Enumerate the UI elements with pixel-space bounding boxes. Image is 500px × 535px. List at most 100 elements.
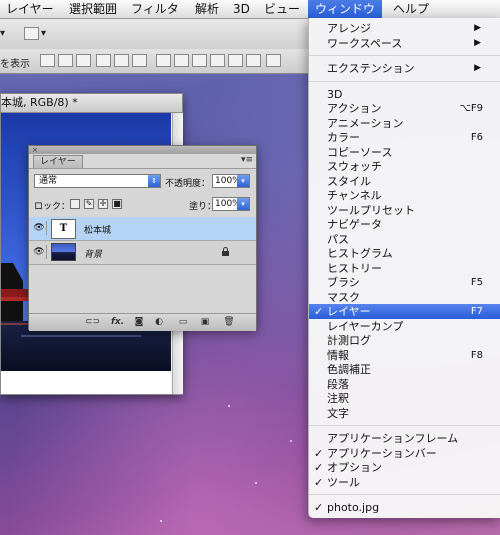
menu-help[interactable]: ヘルプ (393, 1, 429, 18)
close-icon[interactable]: × (32, 147, 38, 154)
menu-item[interactable]: ✓ ツール (309, 475, 500, 490)
lock-position-icon[interactable]: ✛ (98, 199, 108, 209)
menu-item[interactable]: 3D (309, 87, 500, 102)
menu-item-label: ワークスペース (327, 36, 403, 50)
layer-name[interactable]: 松本城 (84, 223, 111, 236)
menu-item[interactable]: 計測ログ (309, 333, 500, 348)
menu-analysis[interactable]: 解析 (195, 1, 219, 18)
fill-field[interactable]: 100% ▾ (212, 197, 250, 211)
menu-item-label: スタイル (327, 174, 371, 188)
menu-item[interactable]: スウォッチ (309, 159, 500, 174)
menu-select[interactable]: 選択範囲 (69, 1, 117, 18)
distribute-bottom-icon[interactable] (192, 54, 207, 67)
menu-item[interactable]: 注釈 (309, 391, 500, 406)
menu-item-shortcut: F5 (470, 277, 483, 288)
menu-item[interactable]: パス (309, 232, 500, 247)
menu-item[interactable]: 文字 (309, 406, 500, 421)
opacity-field[interactable]: 100% ▾ (212, 174, 250, 188)
menu-item-label: エクステンション (327, 62, 415, 75)
checkmark-icon: ✓ (314, 501, 324, 514)
align-right-icon[interactable] (132, 54, 147, 67)
fx-icon[interactable]: fx. (111, 317, 124, 327)
menu-item[interactable]: ナビゲータ (309, 217, 500, 232)
menu-item-shortcut: F6 (470, 132, 483, 143)
menu-item[interactable]: ✓ レイヤー F7 (309, 304, 500, 319)
menu-filter[interactable]: フィルタ (131, 1, 179, 18)
window-menu: アレンジ ▶ ワークスペース ▶ エクステンション ▶ 3D アクション ⌥F9 アニメーションカ… (308, 18, 500, 518)
lock-image-icon[interactable]: ✎ (84, 199, 94, 209)
menu-item[interactable]: ブラシ F5 (309, 275, 500, 290)
menu-item[interactable]: アクション ⌥F9 (309, 101, 500, 116)
panel-titlebar[interactable]: × (29, 146, 256, 154)
menu-item[interactable]: チャンネル (309, 188, 500, 203)
menu-bar: レイヤー 選択範囲 フィルタ 解析 3D ビュー ウィンドウ ヘルプ (0, 0, 500, 19)
menu-window[interactable]: ウィンドウ (308, 0, 383, 18)
menu-item-label: パス (327, 232, 349, 246)
dropdown-arrow-icon[interactable]: ▾ (41, 28, 46, 39)
menu-item[interactable]: アレンジ ▶ (309, 21, 500, 36)
menu-item[interactable]: ✓ オプション (309, 460, 500, 475)
distribute-left-icon[interactable] (210, 54, 225, 67)
menu-item[interactable]: レイヤーカンプ (309, 319, 500, 334)
align-hcenter-icon[interactable] (114, 54, 129, 67)
adjustment-layer-icon[interactable]: ◐ (153, 317, 165, 327)
layer-name[interactable]: 背景 (84, 247, 102, 260)
menu-item[interactable]: アニメーション (309, 116, 500, 131)
visibility-eye-icon[interactable]: 👁 (32, 221, 47, 235)
transform-icon[interactable] (24, 27, 39, 40)
align-top-icon[interactable] (40, 54, 55, 67)
menu-item[interactable]: マスク (309, 290, 500, 305)
menu-item-label: アクション (327, 102, 382, 115)
menu-separator (309, 80, 500, 82)
lock-all-icon[interactable]: ■ (112, 199, 122, 209)
menu-item[interactable]: アプリケーションフレーム (309, 431, 500, 446)
menu-item[interactable]: カラー F6 (309, 130, 500, 145)
show-transform-label[interactable]: を表示 (0, 55, 30, 70)
align-bottom-icon[interactable] (76, 54, 91, 67)
trash-icon[interactable]: 🗑 (223, 317, 235, 327)
lock-transparent-icon[interactable] (70, 199, 80, 209)
distribute-right-icon[interactable] (246, 54, 261, 67)
new-layer-icon[interactable]: ▣ (199, 317, 211, 327)
document-title-bar[interactable]: 本城, RGB/8) * (1, 94, 182, 113)
align-left-icon[interactable] (96, 54, 111, 67)
visibility-eye-icon[interactable]: 👁 (32, 245, 47, 259)
menu-item[interactable]: ✓ photo.jpg (309, 500, 500, 515)
layers-panel-body: 通常 ⇕ 不透明度： 100% ▾ ロック： ✎ ✛ ■ 塗り： 100% ▾ … (29, 168, 256, 331)
menu-item[interactable]: エクステンション ▶ (309, 61, 500, 76)
distribute-vcenter-icon[interactable] (174, 54, 189, 67)
panel-menu-icon[interactable]: ▾≡ (241, 155, 253, 165)
menu-3d[interactable]: 3D (233, 1, 250, 18)
menu-layer[interactable]: レイヤー (6, 1, 54, 18)
menu-item[interactable]: ヒストグラム (309, 246, 500, 261)
blend-mode-select[interactable]: 通常 ⇕ (34, 174, 161, 188)
menu-item-label: 情報 (327, 348, 349, 362)
tab-layers[interactable]: レイヤー (33, 155, 83, 169)
menu-item[interactable]: ツールプリセット (309, 203, 500, 218)
menu-item[interactable]: ✓ アプリケーションバー (309, 446, 500, 461)
dropdown-arrow-icon[interactable]: ▾ (0, 28, 5, 39)
menu-item-label: 文字 (327, 406, 349, 420)
layers-footer: ⊂⊃ fx. ◙ ◐ ▭ ▣ 🗑 (29, 313, 256, 331)
layer-row-text[interactable]: 👁 T 松本城 (29, 217, 256, 241)
select-arrows-icon: ⇕ (148, 175, 160, 187)
distribute-top-icon[interactable] (156, 54, 171, 67)
menu-item[interactable]: スタイル (309, 174, 500, 189)
menu-item[interactable]: ヒストリー (309, 261, 500, 276)
link-icon[interactable]: ⊂⊃ (85, 317, 100, 327)
menu-item[interactable]: コピーソース (309, 145, 500, 160)
new-group-icon[interactable]: ▭ (177, 317, 189, 327)
menu-view[interactable]: ビュー (264, 1, 300, 18)
auto-align-icon[interactable] (266, 54, 281, 67)
menu-separator (309, 425, 500, 426)
menu-item[interactable]: ワークスペース ▶ (309, 36, 500, 51)
distribute-hcenter-icon[interactable] (228, 54, 243, 67)
submenu-arrow-icon: ▶ (474, 37, 481, 48)
add-mask-icon[interactable]: ◙ (133, 317, 145, 327)
menu-item-label: ナビゲータ (327, 218, 382, 231)
menu-item[interactable]: 段落 (309, 377, 500, 392)
menu-item[interactable]: 情報 F8 (309, 348, 500, 363)
align-vcenter-icon[interactable] (58, 54, 73, 67)
menu-item[interactable]: 色調補正 (309, 362, 500, 377)
layer-row-background[interactable]: 👁 背景 (29, 241, 256, 265)
